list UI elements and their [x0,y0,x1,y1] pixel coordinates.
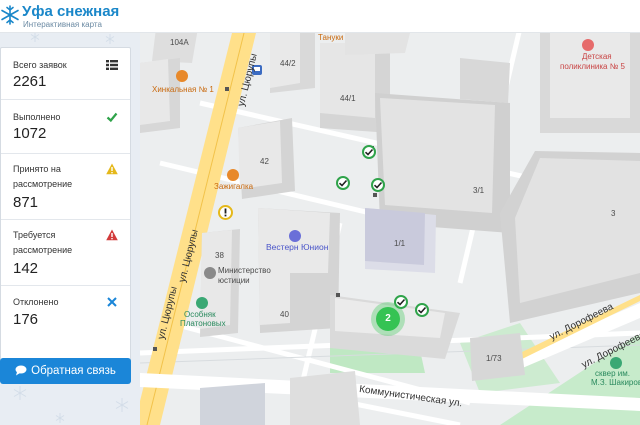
building-number: 42 [260,157,269,166]
check-icon [417,306,427,314]
building-number: 44/1 [340,94,356,103]
building-number: 3 [611,209,616,218]
alert-icon [106,229,118,241]
request-marker-completed[interactable] [371,178,385,192]
stats-card: Всего заявок 2261 Выполнено 1072 Принято… [0,47,131,375]
poi-western-union[interactable]: Вестерн Юнион [266,242,328,252]
cluster-count: 2 [376,307,400,331]
list-icon [106,60,118,70]
stat-label: Отклонено [13,297,59,307]
stat-label: Всего заявок [13,60,67,70]
poi-osobnyak-line2[interactable]: Платоновых [180,319,226,329]
building-number: 44/2 [280,59,296,68]
request-marker-completed[interactable] [336,176,350,190]
stats-sidebar: Всего заявок 2261 Выполнено 1072 Принято… [0,33,140,425]
medical-icon[interactable] [582,39,594,51]
stat-value: 142 [13,260,39,277]
stat-value: 1072 [13,125,47,142]
poi-ministry[interactable]: Министерство [218,266,271,276]
app-header: Уфа снежная Интерактивная карта [0,0,640,33]
poi-hinkalnaya[interactable]: Хинкальная № 1 [152,85,214,95]
stat-review-required: Требуется рассмотрение 142 [1,220,130,286]
building-number: 40 [280,310,289,319]
building-number: 38 [215,251,224,260]
building-number: 1/1 [394,239,406,248]
request-marker-completed[interactable] [415,303,429,317]
close-icon [107,297,117,307]
stat-accepted: Принято на рассмотрение 871 [1,154,130,220]
building-number: 1/73 [486,354,502,363]
landmark-icon[interactable] [196,297,208,309]
feedback-label: Обратная связь [31,365,116,377]
stat-label: Принято на [13,164,61,174]
poi-skver-line2[interactable]: М.З. Шакирова [591,378,640,388]
stat-value: 176 [13,311,39,328]
check-icon [373,181,383,189]
chat-icon [15,365,27,376]
check-icon [106,112,118,123]
poi-tanuki[interactable]: Тануки [318,33,343,43]
exclamation-icon [224,208,227,217]
stat-value: 871 [13,194,39,211]
map-canvas[interactable] [140,33,640,425]
poi-zazhigalka[interactable]: Зажигалка [214,182,253,192]
stat-total: Всего заявок 2261 [1,48,130,100]
stat-label: Требуется [13,230,56,240]
building-number: 3/1 [473,186,485,195]
map-view[interactable]: 104А 44/2 44/1 42 38 40 1/1 3/1 3 1/73 у… [140,33,640,425]
stat-label-line2: рассмотрение [13,179,73,189]
stat-value: 2261 [13,73,47,90]
park-icon[interactable] [610,357,622,369]
app-subtitle: Интерактивная карта [23,20,102,29]
poi-clinic-line2[interactable]: поликлиника № 5 [560,62,625,72]
bank-icon[interactable] [289,230,301,242]
stat-label-line2: рассмотрение [13,245,73,255]
stat-rejected: Отклонено 176 [1,286,130,338]
check-icon [364,148,374,156]
feedback-button[interactable]: Обратная связь [0,358,131,384]
restaurant-icon[interactable] [176,70,188,82]
request-marker-completed[interactable] [362,145,376,159]
app-title[interactable]: Уфа снежная [22,4,119,20]
warning-icon [106,163,118,175]
stat-label: Выполнено [13,112,61,122]
request-marker-accepted[interactable] [218,205,233,220]
snowflake-icon[interactable] [0,2,20,30]
check-icon [338,179,348,187]
request-cluster[interactable]: 2 [371,302,405,336]
poi-ministry-line2[interactable]: юстиции [218,276,250,286]
government-icon[interactable] [204,267,216,279]
poi-clinic[interactable]: Детская [582,52,612,62]
stat-completed: Выполнено 1072 [1,100,130,154]
building-number: 104А [170,38,189,47]
restaurant-icon[interactable] [227,169,239,181]
